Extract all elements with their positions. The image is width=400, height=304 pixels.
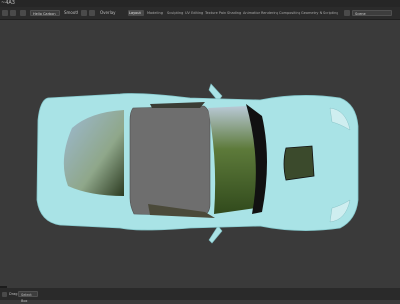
- tab-2[interactable]: Sculpting: [166, 10, 184, 16]
- shading-icon[interactable]: [89, 10, 95, 16]
- tab-5[interactable]: Shading: [226, 10, 242, 16]
- hood-vent: [283, 145, 315, 181]
- tab-1[interactable]: Modeling: [146, 10, 166, 16]
- mouse-icon: [2, 292, 7, 297]
- window-title: ~4A3: [1, 0, 15, 6]
- tab-6[interactable]: Animation: [242, 10, 260, 16]
- car-model[interactable]: [0, 20, 400, 288]
- mode-field[interactable]: Hello Carbon: [30, 10, 60, 16]
- top-toolbar: Hello Carbon Smooth Overlay Layout Model…: [0, 7, 400, 20]
- windshield: [208, 106, 258, 214]
- tab-3[interactable]: UV Editing: [184, 10, 204, 16]
- scene-field[interactable]: Scene: [352, 10, 392, 16]
- menu-icon[interactable]: [10, 10, 16, 16]
- title-bar: ~4A3: [0, 0, 400, 7]
- tab-4[interactable]: Texture Paint: [204, 10, 226, 16]
- status-bar: Drag Select Box: [0, 288, 400, 303]
- select-box-field[interactable]: Select Box: [18, 291, 38, 303]
- 3d-viewport[interactable]: [0, 20, 400, 288]
- editor-type-icon[interactable]: [2, 10, 8, 16]
- view-menu[interactable]: Smooth: [64, 10, 78, 16]
- tab-0[interactable]: Layout: [128, 10, 144, 16]
- status-left-label: Drag: [9, 292, 18, 296]
- overlay-field[interactable]: Overlay: [100, 10, 122, 16]
- tab-7[interactable]: Rendering: [260, 10, 278, 16]
- roof: [129, 105, 211, 217]
- mode-icon[interactable]: [20, 10, 26, 16]
- overlay-icon[interactable]: [81, 10, 87, 16]
- scene-icon[interactable]: [344, 10, 350, 16]
- tab-8[interactable]: Compositing: [278, 10, 300, 16]
- mirror-bottom: [208, 225, 223, 244]
- tab-10[interactable]: Scripting: [322, 10, 338, 16]
- tab-9[interactable]: Geometry Nodes: [300, 10, 322, 16]
